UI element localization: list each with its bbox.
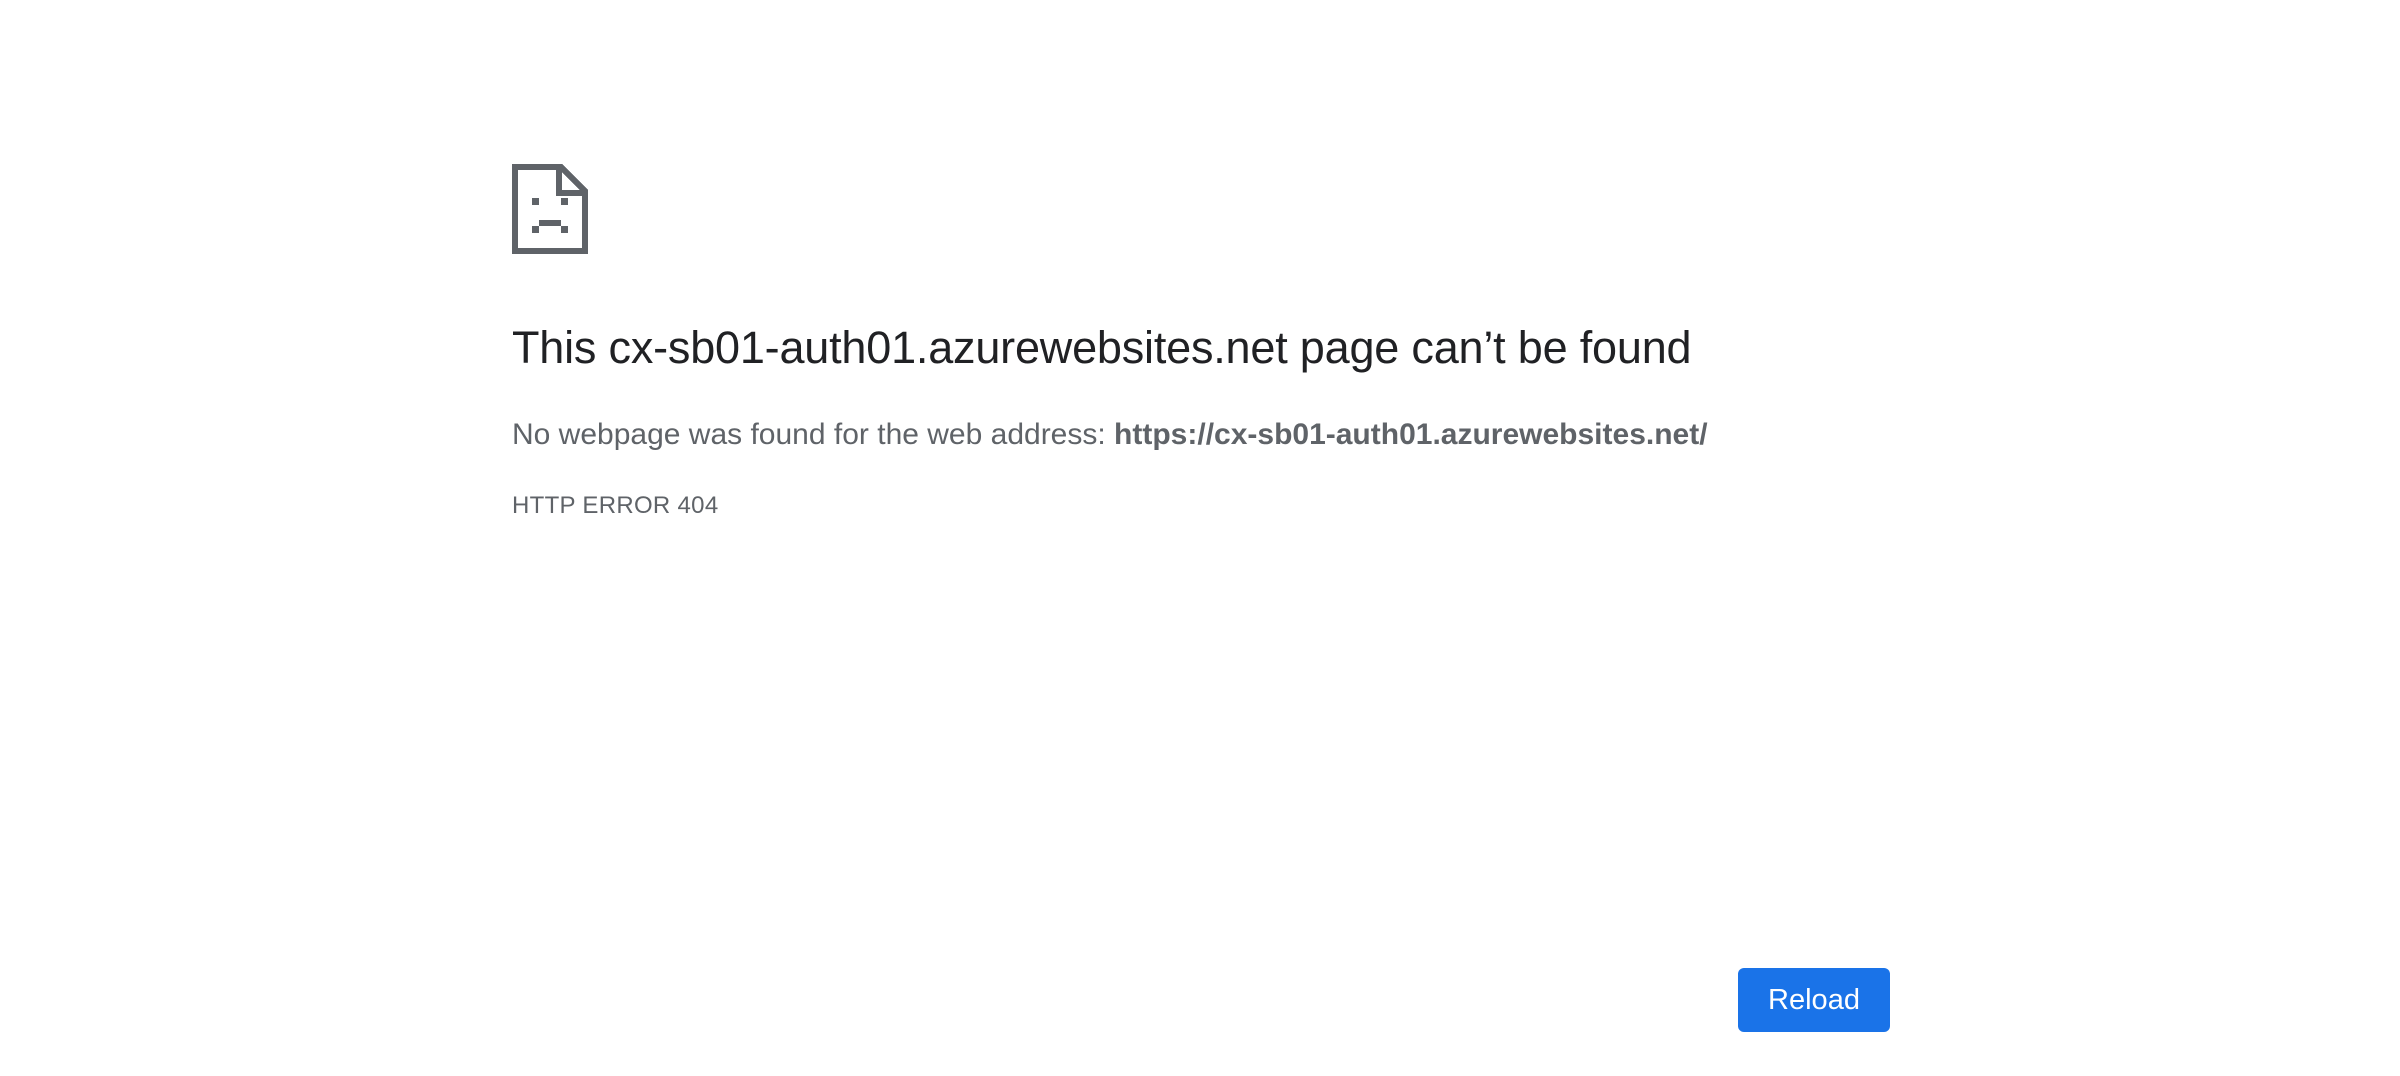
error-code: HTTP ERROR 404 xyxy=(512,492,719,519)
reload-button[interactable]: Reload xyxy=(1738,968,1890,1032)
error-message: No webpage was found for the web address… xyxy=(512,418,1708,452)
sad-document-icon xyxy=(512,164,588,254)
page-title: This cx-sb01-auth01.azurewebsites.net pa… xyxy=(512,322,1692,373)
error-message-text: No webpage was found for the web address… xyxy=(512,418,1115,451)
error-url: https://cx-sb01-auth01.azurewebsites.net… xyxy=(1114,418,1708,451)
error-page: This cx-sb01-auth01.azurewebsites.net pa… xyxy=(0,0,2400,1076)
